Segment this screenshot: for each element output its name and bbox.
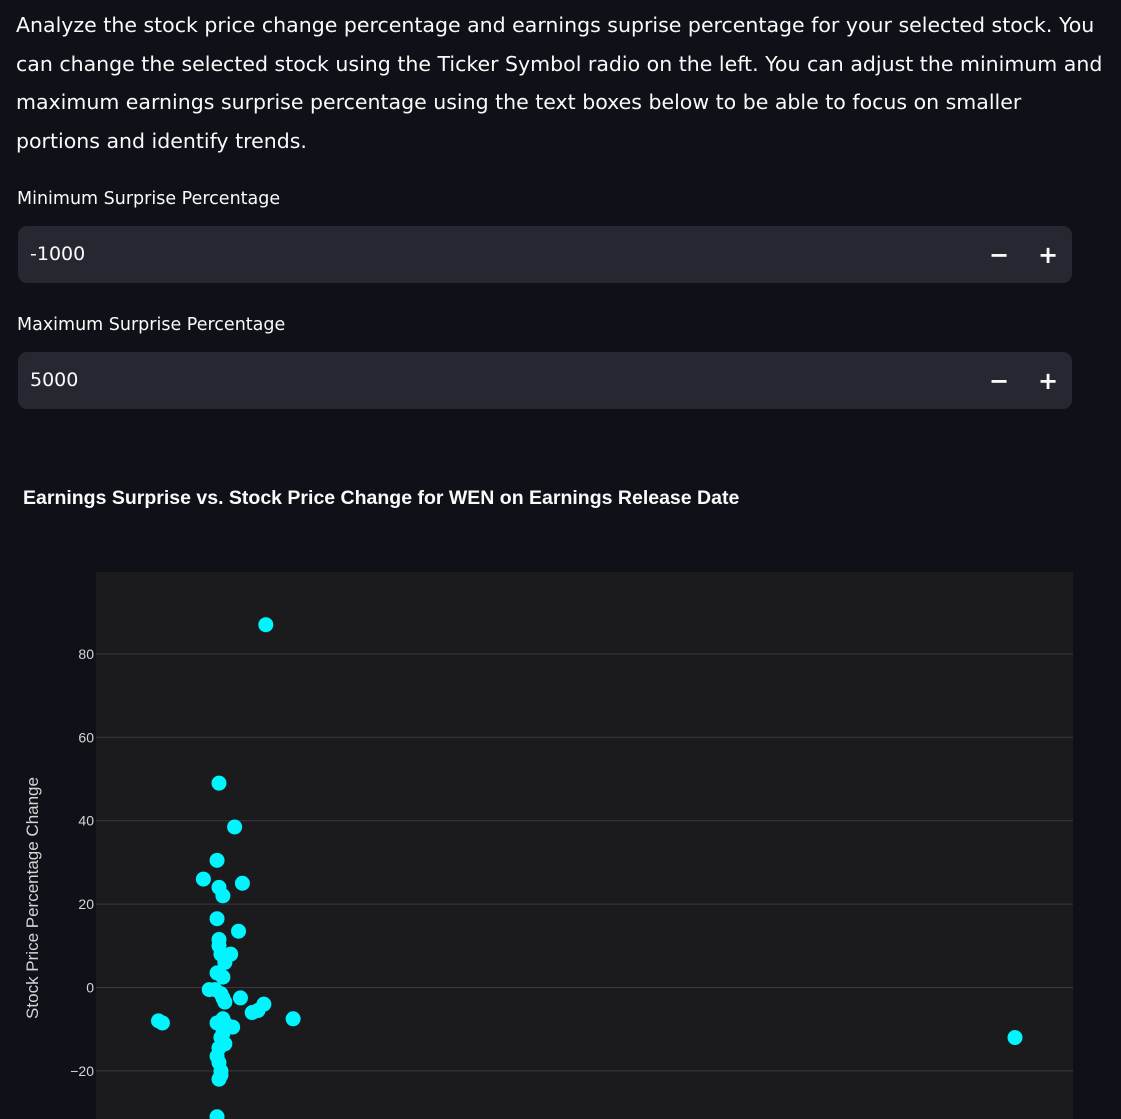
scatter-point[interactable] (209, 852, 225, 868)
scatter-point[interactable] (227, 819, 243, 835)
y-tick-label: −20 (70, 1063, 94, 1079)
scatter-point[interactable] (215, 888, 231, 904)
scatter-point[interactable] (215, 969, 231, 985)
y-tick-label: 80 (78, 646, 94, 662)
y-tick-label: 20 (78, 896, 94, 912)
y-tick-label: 40 (78, 813, 94, 829)
y-axis-title: Stock Price Percentage Change (23, 777, 42, 1019)
y-tick-label: 0 (86, 980, 94, 996)
scatter-point[interactable] (285, 1011, 301, 1027)
y-tick-label: 60 (78, 729, 94, 745)
scatter-point[interactable] (1007, 1030, 1023, 1046)
scatter-point[interactable] (154, 1015, 170, 1031)
scatter-point[interactable] (211, 775, 227, 791)
app-page: Analyze the stock price change percentag… (0, 0, 1121, 1119)
scatter-point[interactable] (244, 1005, 260, 1021)
scatter-point[interactable] (211, 1071, 227, 1087)
scatter-point[interactable] (232, 990, 248, 1006)
scatter-point[interactable] (217, 994, 233, 1010)
scatter-point[interactable] (258, 617, 274, 633)
scatter-point[interactable] (231, 923, 247, 939)
scatter-point[interactable] (195, 871, 211, 887)
scatter-chart: 80 60 40 20 0 −20 Stock Price Percentage Chang… (23, 572, 1073, 1119)
scatter-point[interactable] (209, 911, 225, 927)
scatter-point[interactable] (234, 875, 250, 891)
